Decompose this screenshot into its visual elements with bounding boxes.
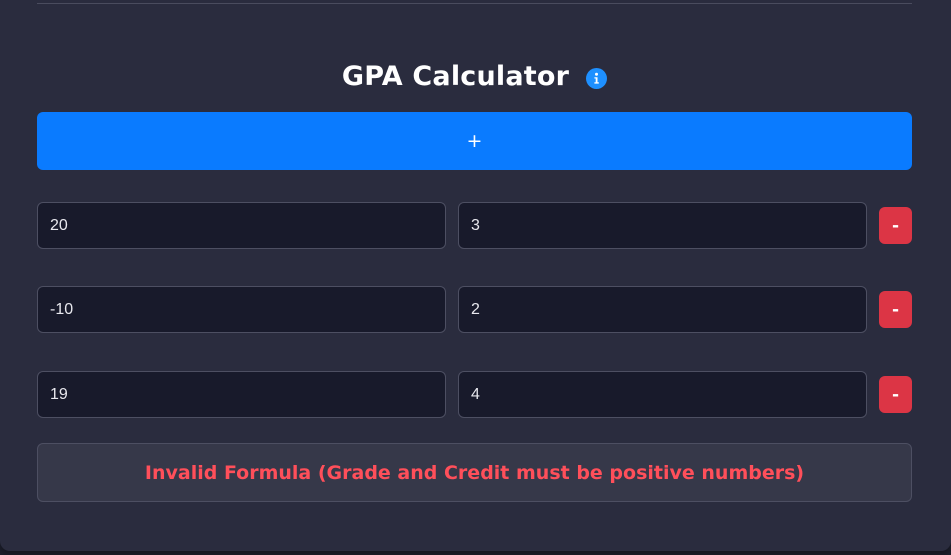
course-row: -: [37, 286, 912, 333]
grade-input[interactable]: [37, 371, 446, 418]
page-title: GPA Calculator: [341, 60, 570, 92]
top-divider: [37, 3, 912, 4]
grade-input[interactable]: [37, 202, 446, 249]
course-row: -: [37, 371, 912, 418]
gpa-calculator-panel: GPA Calculator + - - - Invalid Formula (…: [0, 0, 951, 551]
result-box: Invalid Formula (Grade and Credit must b…: [37, 443, 912, 502]
error-message: Invalid Formula (Grade and Credit must b…: [144, 461, 805, 484]
credit-input[interactable]: [458, 286, 867, 333]
remove-course-button[interactable]: -: [879, 291, 912, 328]
course-row: -: [37, 202, 912, 249]
remove-course-button[interactable]: -: [879, 376, 912, 413]
add-course-button[interactable]: +: [37, 112, 912, 170]
grade-input[interactable]: [37, 286, 446, 333]
title-row: GPA Calculator: [37, 52, 912, 100]
info-icon[interactable]: [586, 67, 608, 89]
credit-input[interactable]: [458, 371, 867, 418]
credit-input[interactable]: [458, 202, 867, 249]
remove-course-button[interactable]: -: [879, 207, 912, 244]
